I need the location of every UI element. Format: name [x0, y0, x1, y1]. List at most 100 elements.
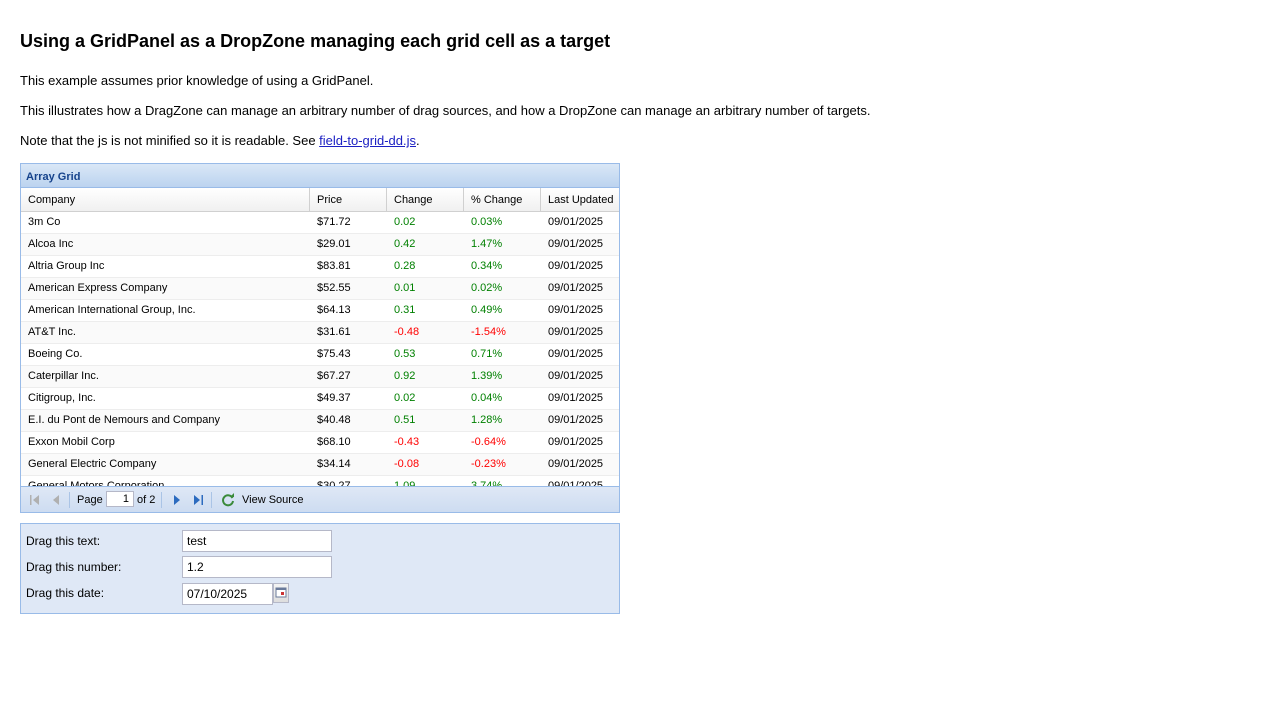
view-source-button[interactable]: View Source: [242, 487, 304, 513]
cell-change[interactable]: -0.48: [387, 322, 464, 343]
table-row[interactable]: American International Group, Inc. $64.13…: [21, 300, 619, 322]
first-page-icon[interactable]: [29, 494, 41, 506]
note-suffix: .: [416, 133, 420, 148]
cell-pct-change[interactable]: -0.23%: [464, 454, 541, 475]
cell-company[interactable]: Citigroup, Inc.: [21, 388, 310, 409]
cell-company[interactable]: E.I. du Pont de Nemours and Company: [21, 410, 310, 431]
drag-number-input[interactable]: 1.2: [182, 556, 332, 578]
column-header-pct-change[interactable]: % Change: [464, 188, 541, 211]
cell-pct-change[interactable]: 0.71%: [464, 344, 541, 365]
cell-company[interactable]: 3m Co: [21, 212, 310, 233]
table-row[interactable]: General Electric Company $34.14 -0.08 -0.23…: [21, 454, 619, 476]
table-row[interactable]: AT&T Inc. $31.61 -0.48 -1.54% 09/01/2025: [21, 322, 619, 344]
cell-last-updated[interactable]: 09/01/2025: [541, 388, 619, 409]
cell-price[interactable]: $52.55: [310, 278, 387, 299]
cell-price[interactable]: $34.14: [310, 454, 387, 475]
cell-company[interactable]: Exxon Mobil Corp: [21, 432, 310, 453]
table-row[interactable]: Citigroup, Inc. $49.37 0.02 0.04% 09/01/2025: [21, 388, 619, 410]
cell-company[interactable]: Boeing Co.: [21, 344, 310, 365]
cell-price[interactable]: $75.43: [310, 344, 387, 365]
cell-pct-change[interactable]: 1.28%: [464, 410, 541, 431]
drag-date-input[interactable]: 07/10/2025: [182, 583, 273, 605]
note-prefix: Note that the js is not minified so it i…: [20, 133, 320, 148]
column-header-price[interactable]: Price: [310, 188, 387, 211]
date-field-label: Drag this date:: [26, 586, 105, 600]
refresh-icon[interactable]: [221, 493, 235, 507]
cell-last-updated[interactable]: 09/01/2025: [541, 344, 619, 365]
cell-change[interactable]: 0.02: [387, 212, 464, 233]
cell-price[interactable]: $49.37: [310, 388, 387, 409]
column-header-change[interactable]: Change: [387, 188, 464, 211]
cell-company[interactable]: American International Group, Inc.: [21, 300, 310, 321]
table-row[interactable]: Alcoa Inc $29.01 0.42 1.47% 09/01/2025: [21, 234, 619, 256]
cell-change[interactable]: -0.43: [387, 432, 464, 453]
cell-last-updated[interactable]: 09/01/2025: [541, 366, 619, 387]
cell-pct-change[interactable]: 0.03%: [464, 212, 541, 233]
cell-pct-change[interactable]: -1.54%: [464, 322, 541, 343]
cell-last-updated[interactable]: 09/01/2025: [541, 212, 619, 233]
cell-last-updated[interactable]: 09/01/2025: [541, 300, 619, 321]
cell-change[interactable]: 0.53: [387, 344, 464, 365]
toolbar-separator: [161, 492, 162, 508]
cell-pct-change[interactable]: -0.64%: [464, 432, 541, 453]
cell-last-updated[interactable]: 09/01/2025: [541, 410, 619, 431]
cell-pct-change[interactable]: 0.49%: [464, 300, 541, 321]
cell-price[interactable]: $64.13: [310, 300, 387, 321]
cell-price[interactable]: $31.61: [310, 322, 387, 343]
table-row[interactable]: 3m Co $71.72 0.02 0.03% 09/01/2025: [21, 212, 619, 234]
toolbar-separator: [69, 492, 70, 508]
cell-company[interactable]: Alcoa Inc: [21, 234, 310, 255]
table-row[interactable]: American Express Company $52.55 0.01 0.02% 0…: [21, 278, 619, 300]
cell-last-updated[interactable]: 09/01/2025: [541, 322, 619, 343]
column-header-last-updated[interactable]: Last Updated: [541, 188, 619, 211]
cell-company[interactable]: American Express Company: [21, 278, 310, 299]
cell-pct-change[interactable]: 0.02%: [464, 278, 541, 299]
cell-last-updated[interactable]: 09/01/2025: [541, 432, 619, 453]
cell-pct-change[interactable]: 0.04%: [464, 388, 541, 409]
cell-price[interactable]: $68.10: [310, 432, 387, 453]
cell-last-updated[interactable]: 09/01/2025: [541, 454, 619, 475]
cell-pct-change[interactable]: 1.39%: [464, 366, 541, 387]
drag-text-input[interactable]: test: [182, 530, 332, 552]
cell-pct-change[interactable]: 0.34%: [464, 256, 541, 277]
cell-price[interactable]: $83.81: [310, 256, 387, 277]
cell-change[interactable]: 0.92: [387, 366, 464, 387]
cell-company[interactable]: General Electric Company: [21, 454, 310, 475]
intro-paragraph-2: This illustrates how a DragZone can mana…: [20, 103, 871, 118]
cell-last-updated[interactable]: 09/01/2025: [541, 256, 619, 277]
cell-price[interactable]: $71.72: [310, 212, 387, 233]
intro-paragraph-1: This example assumes prior knowledge of …: [20, 73, 374, 88]
cell-last-updated[interactable]: 09/01/2025: [541, 278, 619, 299]
cell-company[interactable]: Caterpillar Inc.: [21, 366, 310, 387]
cell-change[interactable]: 0.31: [387, 300, 464, 321]
source-link[interactable]: field-to-grid-dd.js: [319, 133, 416, 148]
cell-last-updated[interactable]: 09/01/2025: [541, 234, 619, 255]
calendar-icon: [275, 587, 287, 598]
toolbar-separator: [211, 492, 212, 508]
cell-price[interactable]: $29.01: [310, 234, 387, 255]
page-number-input[interactable]: 1: [106, 491, 134, 507]
cell-change[interactable]: 0.28: [387, 256, 464, 277]
next-page-icon[interactable]: [171, 494, 183, 506]
cell-change[interactable]: 0.01: [387, 278, 464, 299]
page-count-label: of 2: [137, 494, 156, 506]
cell-change[interactable]: 0.51: [387, 410, 464, 431]
table-row[interactable]: Exxon Mobil Corp $68.10 -0.43 -0.64% 09/01/2…: [21, 432, 619, 454]
cell-price[interactable]: $67.27: [310, 366, 387, 387]
prev-page-icon[interactable]: [50, 494, 62, 506]
cell-company[interactable]: AT&T Inc.: [21, 322, 310, 343]
cell-change[interactable]: 0.42: [387, 234, 464, 255]
table-row[interactable]: Caterpillar Inc. $67.27 0.92 1.39% 09/01/202…: [21, 366, 619, 388]
cell-company[interactable]: Altria Group Inc: [21, 256, 310, 277]
cell-pct-change[interactable]: 1.47%: [464, 234, 541, 255]
table-row[interactable]: E.I. du Pont de Nemours and Company $40.4…: [21, 410, 619, 432]
column-header-company[interactable]: Company: [21, 188, 310, 211]
cell-change[interactable]: -0.08: [387, 454, 464, 475]
last-page-icon[interactable]: [192, 494, 204, 506]
cell-price[interactable]: $40.48: [310, 410, 387, 431]
cell-change[interactable]: 0.02: [387, 388, 464, 409]
table-row[interactable]: Boeing Co. $75.43 0.53 0.71% 09/01/2025: [21, 344, 619, 366]
grid-column-headers: Company Price Change % Change Last Updat…: [21, 188, 619, 212]
table-row[interactable]: Altria Group Inc $83.81 0.28 0.34% 09/01/202…: [21, 256, 619, 278]
date-picker-trigger[interactable]: [273, 583, 289, 603]
